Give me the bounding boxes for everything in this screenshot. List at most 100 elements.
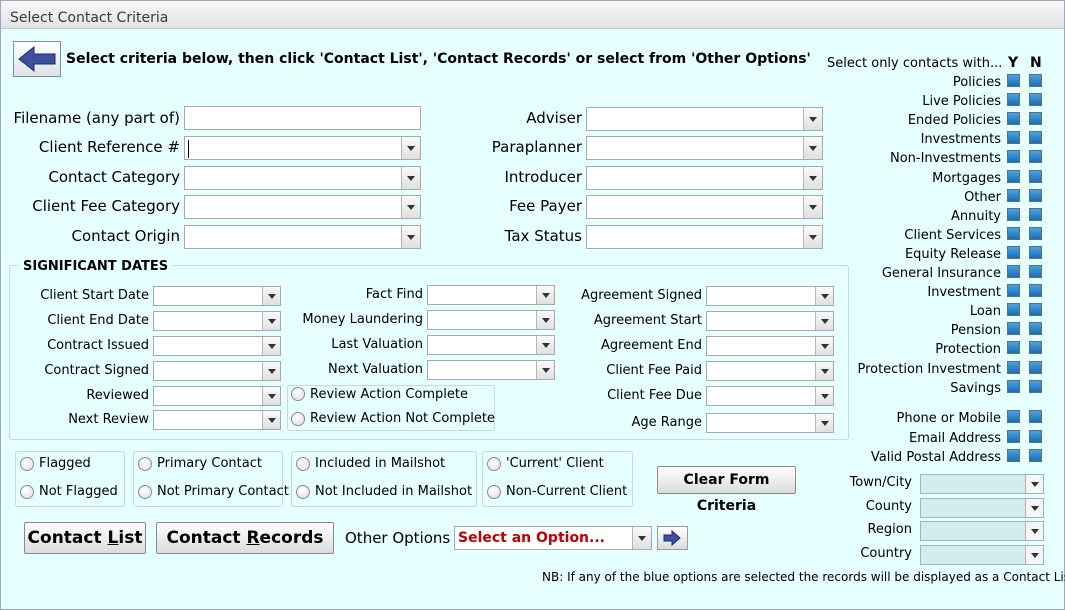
fact-find-date[interactable] (427, 285, 555, 305)
protection-investment-yes-checkbox[interactable] (1007, 360, 1020, 374)
not-flagged-radio[interactable] (20, 485, 34, 499)
other-no-checkbox[interactable] (1029, 188, 1042, 202)
chevron-down-icon[interactable] (536, 286, 554, 304)
chevron-down-icon[interactable] (815, 287, 833, 305)
chevron-down-icon[interactable] (262, 362, 280, 380)
general-insurance-yes-checkbox[interactable] (1007, 265, 1020, 278)
client-services-no-checkbox[interactable] (1029, 226, 1042, 240)
valid-postal-address-no-checkbox[interactable] (1029, 449, 1042, 462)
town-city-select[interactable] (920, 474, 1044, 494)
other-options-select[interactable]: Select an Option... (454, 526, 652, 550)
chevron-down-icon[interactable] (803, 226, 822, 248)
country-select[interactable] (920, 545, 1044, 565)
client-fee-paid-date[interactable] (706, 361, 834, 381)
contact-records-button[interactable]: Contact Records (156, 522, 334, 554)
chevron-down-icon[interactable] (262, 387, 280, 405)
email-address-no-checkbox[interactable] (1029, 429, 1042, 443)
paraplanner-select[interactable] (586, 136, 823, 160)
phone-or-mobile-no-checkbox[interactable] (1029, 410, 1042, 423)
annuity-no-checkbox[interactable] (1029, 207, 1042, 221)
client-start-date-date[interactable] (153, 286, 281, 306)
filename-input[interactable] (184, 106, 421, 130)
policies-no-checkbox[interactable] (1029, 74, 1042, 87)
chevron-down-icon[interactable] (815, 387, 833, 405)
other-yes-checkbox[interactable] (1007, 188, 1020, 202)
policies-yes-checkbox[interactable] (1007, 74, 1020, 87)
chevron-down-icon[interactable] (815, 414, 833, 432)
contact-list-button[interactable]: Contact List (24, 522, 146, 554)
protection-investment-no-checkbox[interactable] (1029, 360, 1042, 374)
last-valuation-date[interactable] (427, 335, 555, 355)
investments-yes-checkbox[interactable] (1007, 131, 1020, 145)
current-client-radio[interactable] (487, 457, 501, 471)
loan-yes-checkbox[interactable] (1007, 303, 1020, 317)
chevron-down-icon[interactable] (401, 226, 420, 248)
email-address-yes-checkbox[interactable] (1007, 429, 1020, 443)
annuity-yes-checkbox[interactable] (1007, 207, 1020, 221)
chevron-down-icon[interactable] (803, 137, 822, 159)
next-review-date[interactable] (153, 410, 281, 430)
chevron-down-icon[interactable] (1025, 499, 1043, 517)
ended-policies-no-checkbox[interactable] (1029, 112, 1042, 126)
client-fee-due-date[interactable] (706, 386, 834, 406)
ended-policies-yes-checkbox[interactable] (1007, 112, 1020, 126)
review-not-complete-radio[interactable] (291, 412, 305, 426)
back-button[interactable] (13, 41, 61, 77)
adviser-select[interactable] (586, 107, 823, 131)
protection-no-checkbox[interactable] (1029, 341, 1042, 355)
agreement-start-date[interactable] (706, 311, 834, 331)
chevron-down-icon[interactable] (262, 411, 280, 429)
chevron-down-icon[interactable] (803, 167, 822, 189)
protection-yes-checkbox[interactable] (1007, 341, 1020, 355)
not-included-in-mailshot-radio[interactable] (296, 485, 310, 499)
chevron-down-icon[interactable] (815, 362, 833, 380)
primary-contact-radio[interactable] (138, 457, 152, 471)
mortgages-yes-checkbox[interactable] (1007, 169, 1020, 183)
client-services-yes-checkbox[interactable] (1007, 226, 1020, 240)
client-fee-category-select[interactable] (184, 195, 421, 219)
general-insurance-no-checkbox[interactable] (1029, 265, 1042, 278)
clear-form-criteria-button[interactable]: Clear Form Criteria (657, 466, 796, 514)
contact-category-select[interactable] (184, 166, 421, 190)
flagged-radio[interactable] (20, 457, 34, 471)
chevron-down-icon[interactable] (1025, 546, 1043, 564)
investments-no-checkbox[interactable] (1029, 131, 1042, 145)
chevron-down-icon[interactable] (803, 196, 822, 218)
live-policies-yes-checkbox[interactable] (1007, 93, 1020, 107)
client-reference-select[interactable] (184, 136, 421, 160)
chevron-down-icon[interactable] (262, 287, 280, 305)
client-end-date-date[interactable] (153, 311, 281, 331)
not-primary-contact-radio[interactable] (138, 485, 152, 499)
chevron-down-icon[interactable] (1025, 475, 1043, 493)
chevron-down-icon[interactable] (632, 527, 651, 549)
chevron-down-icon[interactable] (262, 312, 280, 330)
next-valuation-date[interactable] (427, 360, 555, 380)
equity-release-yes-checkbox[interactable] (1007, 245, 1020, 259)
live-policies-no-checkbox[interactable] (1029, 93, 1042, 107)
pension-no-checkbox[interactable] (1029, 322, 1042, 336)
chevron-down-icon[interactable] (536, 311, 554, 329)
non-investments-no-checkbox[interactable] (1029, 150, 1042, 164)
investment-no-checkbox[interactable] (1029, 284, 1042, 298)
chevron-down-icon[interactable] (262, 337, 280, 355)
pension-yes-checkbox[interactable] (1007, 322, 1020, 336)
tax-status-select[interactable] (586, 225, 823, 249)
mortgages-no-checkbox[interactable] (1029, 169, 1042, 183)
introducer-select[interactable] (586, 166, 823, 190)
chevron-down-icon[interactable] (803, 108, 822, 130)
money-laundering-date[interactable] (427, 310, 555, 330)
go-button[interactable] (657, 526, 688, 550)
contact-origin-select[interactable] (184, 225, 421, 249)
equity-release-no-checkbox[interactable] (1029, 245, 1042, 259)
county-select[interactable] (920, 498, 1044, 518)
loan-no-checkbox[interactable] (1029, 303, 1042, 317)
non-investments-yes-checkbox[interactable] (1007, 150, 1020, 164)
fee-payer-select[interactable] (586, 195, 823, 219)
chevron-down-icon[interactable] (401, 167, 420, 189)
chevron-down-icon[interactable] (815, 312, 833, 330)
agreement-signed-date[interactable] (706, 286, 834, 306)
investment-yes-checkbox[interactable] (1007, 284, 1020, 298)
region-select[interactable] (920, 521, 1044, 541)
chevron-down-icon[interactable] (401, 196, 420, 218)
chevron-down-icon[interactable] (1025, 522, 1043, 540)
